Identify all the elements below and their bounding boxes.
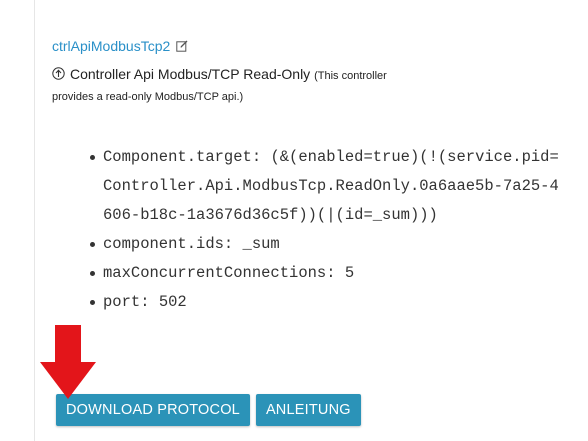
component-title-row: ctrlApiModbusTcp2 — [52, 36, 188, 56]
properties-list: Component.target: (&(enabled=true)(!(ser… — [89, 143, 559, 317]
red-arrow-down-icon — [40, 325, 96, 399]
property-key: maxConcurrentConnections — [103, 264, 327, 282]
bullet-icon — [90, 271, 95, 276]
bullet-icon — [90, 242, 95, 247]
component-description: Controller Api Modbus/TCP Read-Only (Thi… — [52, 64, 577, 107]
component-name: Controller Api Modbus/TCP Read-Only — [70, 66, 311, 82]
component-description-text: (This controller — [314, 70, 387, 82]
property-value: 502 — [158, 293, 187, 311]
component-description-text-2: provides a read-only Modbus/TCP api.) — [52, 91, 244, 103]
manual-button[interactable]: ANLEITUNG — [255, 394, 361, 426]
arrow-circle-up-icon — [52, 67, 65, 80]
component-id-link[interactable]: ctrlApiModbusTcp2 — [52, 38, 170, 54]
button-row: DOWNLOAD PROTOCOL ANLEITUNG — [56, 394, 361, 426]
property-key: port — [103, 293, 141, 311]
component-panel: ctrlApiModbusTcp2 Controller Api Modbus/… — [34, 0, 588, 441]
property-key: component.ids — [103, 235, 224, 253]
property-item: maxConcurrentConnections: 5 — [89, 259, 559, 288]
property-value: 5 — [344, 264, 355, 282]
property-item: port: 502 — [89, 288, 559, 317]
property-item: Component.target: (&(enabled=true)(!(ser… — [89, 143, 559, 230]
property-value: _sum — [242, 235, 280, 253]
edit-icon[interactable] — [176, 40, 188, 52]
property-key: Component.target — [103, 148, 252, 166]
property-item: component.ids: _sum — [89, 230, 559, 259]
bullet-icon — [90, 300, 95, 305]
bullet-icon — [90, 155, 95, 160]
